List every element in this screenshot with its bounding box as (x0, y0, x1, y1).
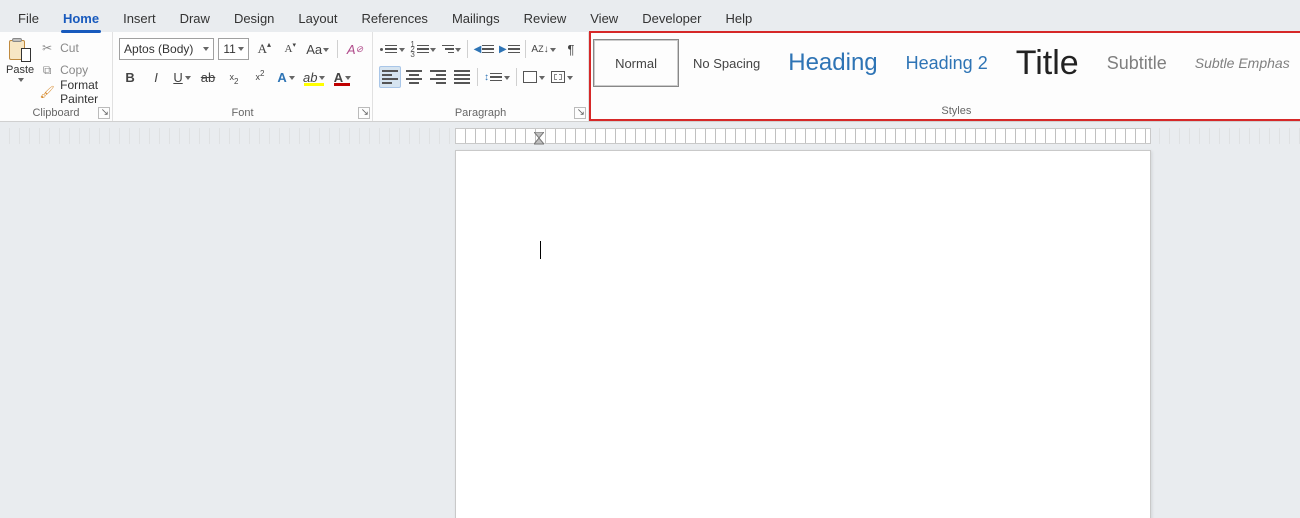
tab-draw[interactable]: Draw (168, 5, 222, 32)
chevron-down-icon (455, 48, 461, 52)
paste-button[interactable]: Paste (6, 36, 34, 82)
horizontal-ruler[interactable] (455, 128, 1151, 144)
increase-font-size-button[interactable]: A▴ (253, 38, 275, 60)
show-paragraph-marks-button[interactable]: ¶ (560, 38, 582, 60)
style-subtle-emphasis[interactable]: Subtle Emphas (1181, 39, 1300, 87)
tab-design[interactable]: Design (222, 5, 286, 32)
copy-button[interactable]: ⧉ Copy (40, 60, 106, 80)
chevron-down-icon (185, 76, 191, 80)
format-painter-label: Format Painter (60, 78, 106, 106)
tab-view[interactable]: View (578, 5, 630, 32)
font-size-combo[interactable]: 11 (218, 38, 249, 60)
line-spacing-button[interactable]: ↕ (482, 66, 512, 88)
chevron-down-icon (203, 47, 209, 51)
tab-review[interactable]: Review (512, 5, 579, 32)
group-font: Aptos (Body) 11 A▴ A▾ Aa A⊘ B I U ab x2 (113, 32, 373, 121)
shading-button[interactable] (521, 66, 547, 88)
copy-icon: ⧉ (40, 63, 54, 77)
decrease-font-size-button[interactable]: A▾ (279, 38, 301, 60)
font-name-value: Aptos (Body) (124, 42, 193, 56)
font-size-value: 11 (223, 42, 235, 56)
text-cursor (540, 241, 541, 259)
tab-help[interactable]: Help (713, 5, 764, 32)
text-effects-button[interactable]: A (275, 66, 297, 88)
change-case-button[interactable]: Aa (305, 38, 331, 60)
group-paragraph: 123 ◀ ▶ AZ↓ ¶ (373, 32, 589, 121)
group-styles: Normal No Spacing Heading Heading 2 Titl… (589, 31, 1300, 121)
chevron-down-icon (550, 48, 556, 52)
highlight-color-button[interactable]: ab (301, 66, 327, 88)
chevron-down-icon (289, 76, 295, 80)
bold-button[interactable]: B (119, 66, 141, 88)
cut-label: Cut (60, 41, 79, 55)
clipboard-dialog-launcher[interactable]: ↘ (98, 107, 110, 119)
paste-label: Paste (6, 64, 34, 76)
chevron-down-icon (539, 76, 545, 80)
subscript-button[interactable]: x2 (223, 66, 245, 88)
align-left-button[interactable] (379, 66, 401, 88)
tab-home[interactable]: Home (51, 5, 111, 32)
ribbon: Paste ✂ Cut ⧉ Copy 🖌 Format Painter Clip… (0, 32, 1300, 122)
paintbrush-icon: 🖌 (40, 85, 54, 99)
font-dialog-launcher[interactable]: ↘ (358, 107, 370, 119)
tab-developer[interactable]: Developer (630, 5, 713, 32)
increase-indent-button[interactable]: ▶ (498, 38, 521, 60)
numbering-button[interactable]: 123 (409, 38, 438, 60)
format-painter-button[interactable]: 🖌 Format Painter (40, 82, 106, 102)
chevron-down-icon (567, 76, 573, 80)
paste-icon (9, 38, 31, 62)
group-label-clipboard: Clipboard (6, 107, 106, 121)
style-subtitle[interactable]: Subtitle (1093, 39, 1181, 87)
strikethrough-button[interactable]: ab (197, 66, 219, 88)
font-name-combo[interactable]: Aptos (Body) (119, 38, 214, 60)
group-label-styles: Styles (593, 105, 1300, 119)
style-normal[interactable]: Normal (593, 39, 679, 87)
justify-button[interactable] (451, 66, 473, 88)
align-center-button[interactable] (403, 66, 425, 88)
document-page[interactable] (455, 150, 1151, 518)
borders-button[interactable] (549, 66, 575, 88)
ribbon-tabs: File Home Insert Draw Design Layout Refe… (0, 0, 1300, 32)
cut-button[interactable]: ✂ Cut (40, 38, 106, 58)
style-heading-1[interactable]: Heading (774, 39, 891, 87)
chevron-down-icon (504, 76, 510, 80)
chevron-down-icon (238, 47, 244, 51)
superscript-button[interactable]: x2 (249, 66, 271, 88)
style-title[interactable]: Title (1002, 39, 1093, 87)
document-workspace (0, 122, 1300, 518)
paragraph-dialog-launcher[interactable]: ↘ (574, 107, 586, 119)
hanging-indent-marker[interactable] (534, 138, 544, 148)
chevron-down-icon (430, 48, 436, 52)
scissors-icon: ✂ (40, 41, 54, 55)
font-color-button[interactable]: A (331, 66, 353, 88)
style-heading-2[interactable]: Heading 2 (892, 39, 1002, 87)
sort-button[interactable]: AZ↓ (530, 38, 558, 60)
group-label-paragraph: Paragraph (379, 107, 582, 121)
chevron-down-icon (345, 76, 351, 80)
underline-button[interactable]: U (171, 66, 193, 88)
chevron-down-icon (18, 78, 24, 82)
tab-layout[interactable]: Layout (286, 5, 349, 32)
tab-mailings[interactable]: Mailings (440, 5, 512, 32)
tab-insert[interactable]: Insert (111, 5, 168, 32)
chevron-down-icon (319, 76, 325, 80)
chevron-down-icon (323, 48, 329, 52)
align-right-button[interactable] (427, 66, 449, 88)
italic-button[interactable]: I (145, 66, 167, 88)
tab-file[interactable]: File (6, 5, 51, 32)
clear-formatting-button[interactable]: A⊘ (344, 38, 366, 60)
tab-references[interactable]: References (349, 5, 439, 32)
copy-label: Copy (60, 63, 88, 77)
bullets-button[interactable] (379, 38, 407, 60)
decrease-indent-button[interactable]: ◀ (472, 38, 495, 60)
group-clipboard: Paste ✂ Cut ⧉ Copy 🖌 Format Painter Clip… (0, 32, 113, 121)
style-no-spacing[interactable]: No Spacing (679, 39, 774, 87)
group-label-font: Font (119, 107, 366, 121)
chevron-down-icon (399, 48, 405, 52)
multilevel-list-button[interactable] (440, 38, 463, 60)
